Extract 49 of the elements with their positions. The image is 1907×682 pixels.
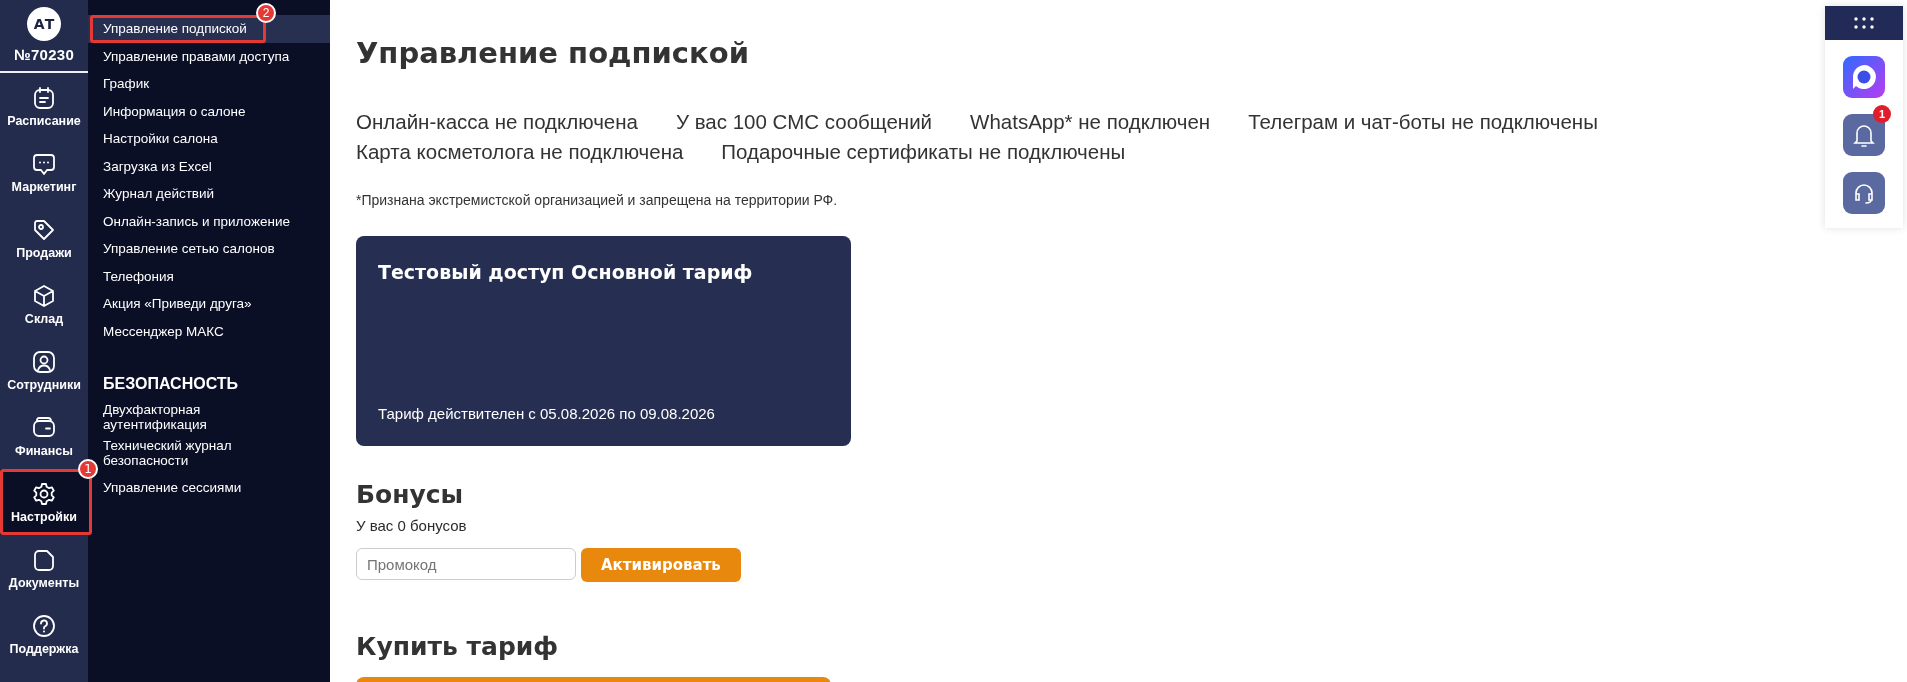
apps-grid-icon[interactable] xyxy=(1853,17,1875,29)
rail-item[interactable]: Расписание xyxy=(0,73,88,139)
submenu-item[interactable]: Журнал действий xyxy=(88,180,330,208)
support-button[interactable] xyxy=(1843,172,1885,214)
section-heading: БЕЗОПАСНОСТЬ xyxy=(103,375,240,393)
tariff-title: Тестовый доступ Основной тариф xyxy=(378,261,754,283)
submenu-item[interactable]: Информация о салоне xyxy=(88,97,330,125)
rail-item[interactable]: Маркетинг xyxy=(0,139,88,205)
rail-item[interactable]: Поддержка xyxy=(0,601,88,667)
submenu-item[interactable]: Загрузка из Excel xyxy=(88,152,330,180)
help-icon xyxy=(31,612,57,639)
calendar-icon xyxy=(31,84,57,111)
cube-icon xyxy=(31,282,57,309)
submenu-item[interactable]: Настройки салона xyxy=(88,125,330,153)
submenu-item[interactable]: Мессенджер МАКС xyxy=(88,317,330,345)
chat-app-icon[interactable] xyxy=(1843,56,1885,98)
avatar[interactable]: АТ xyxy=(27,7,61,41)
callout-badge: 1 xyxy=(78,459,98,479)
tariff-validity: Тариф действителен с 05.08.2026 по 09.08.2026 xyxy=(378,405,716,422)
rail-item[interactable]: Склад xyxy=(0,271,88,337)
status-text: WhatsApp* не подключен xyxy=(970,110,1211,134)
section-title: Купить тариф xyxy=(356,632,560,661)
promo-code-field[interactable]: Промокод xyxy=(356,548,576,580)
rail-item[interactable]: Документы xyxy=(0,535,88,601)
status-text: Телеграм и чат-боты не подключены xyxy=(1248,110,1598,134)
callout-badge: 2 xyxy=(256,3,276,23)
settings-icon xyxy=(31,480,57,507)
submenu-item[interactable]: Технический журнал безопасности xyxy=(98,435,330,471)
notification-badge: 1 xyxy=(1873,105,1891,123)
submenu-item[interactable]: Управление правами доступа xyxy=(88,42,330,70)
submenu-item[interactable]: Управление сетью салонов xyxy=(88,235,330,263)
page-title: Управление подпиской xyxy=(356,36,750,70)
section-title: Бонусы xyxy=(356,480,465,509)
status-text: Подарочные сертификаты не подключены xyxy=(721,140,1126,164)
submenu-item[interactable]: Телефония xyxy=(88,262,330,290)
submenu-item[interactable]: Акция «Приведи друга» xyxy=(88,290,330,318)
submenu-item[interactable]: График xyxy=(88,70,330,98)
rail-item[interactable]: Сотрудники xyxy=(0,337,88,403)
submenu-item[interactable]: Управление сессиями xyxy=(98,471,330,504)
status-text: Онлайн-касса не подключена xyxy=(356,110,638,134)
account-number: №70230 xyxy=(13,46,75,63)
status-text: Карта косметолога не подключена xyxy=(356,140,684,164)
rail-item[interactable]: Продажи xyxy=(0,205,88,271)
bonus-balance: У вас 0 бонусов xyxy=(356,517,468,534)
footnote: *Признана экстремистской организацией и запрещена на территории РФ. xyxy=(356,192,839,208)
submenu-item[interactable]: Двухфакторная аутентификация xyxy=(98,399,330,435)
person-icon xyxy=(31,348,57,375)
status-text: У вас 100 СМС сообщений xyxy=(675,110,933,134)
submenu-item[interactable]: Онлайн-запись и приложение xyxy=(88,207,330,235)
